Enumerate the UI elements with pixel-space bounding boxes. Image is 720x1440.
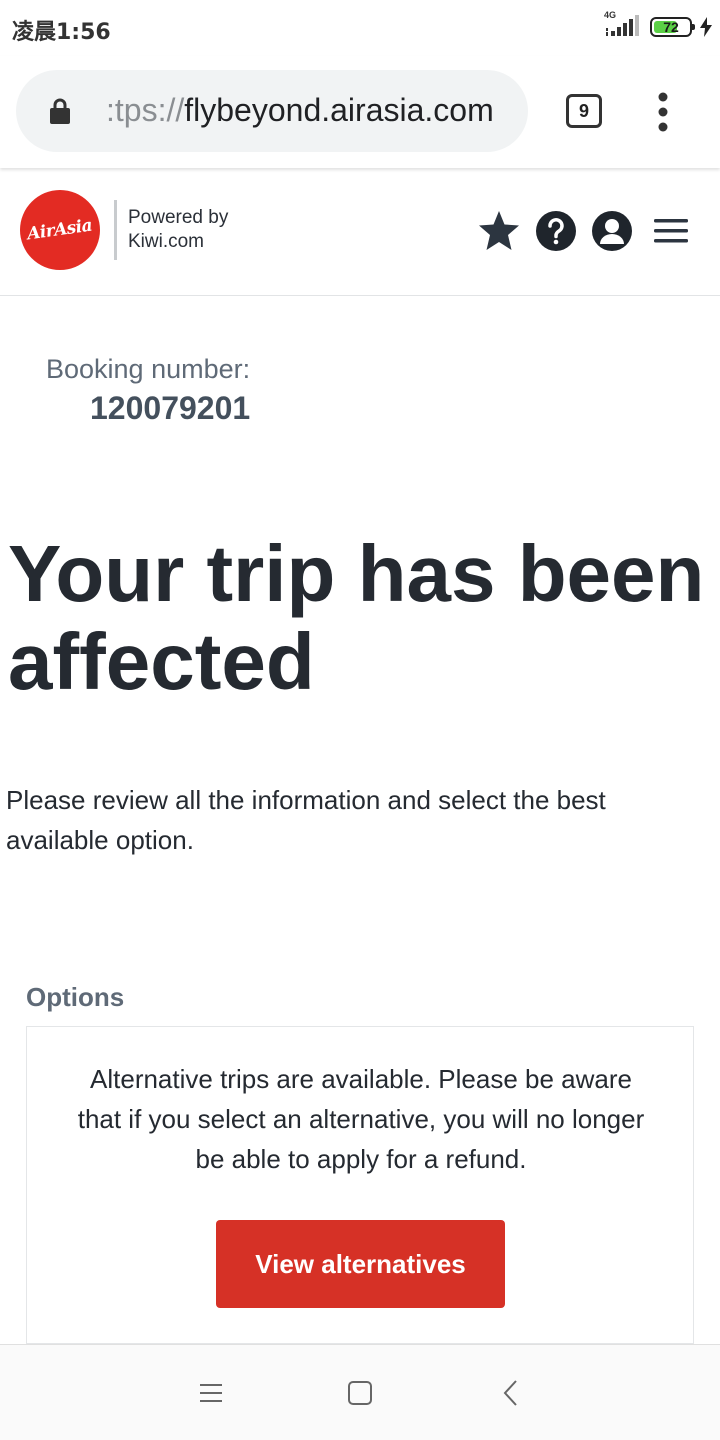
address-bar[interactable]: :tps://flybeyond.airasia.com [16, 70, 528, 152]
home-icon[interactable] [346, 1379, 374, 1407]
logo-text: AirAsia [26, 215, 94, 245]
intro-text: Please review all the information and se… [6, 785, 606, 855]
powered-by-line1: Powered by [128, 207, 229, 228]
page-title: Your trip has been affected [8, 529, 705, 706]
status-bar: 凌晨1:56 4G 72 [0, 0, 720, 56]
network-type: 4G [604, 10, 617, 20]
options-card: Alternative trips are available. Please … [26, 1026, 694, 1344]
navigation-bar [0, 1344, 720, 1440]
alternatives-message: Alternative trips are available. Please … [77, 1064, 645, 1174]
hamburger-menu-icon[interactable] [652, 214, 690, 248]
url-host: flybeyond.airasia.com [184, 92, 494, 128]
recent-apps-icon[interactable] [197, 1379, 225, 1407]
browser-toolbar: :tps://flybeyond.airasia.com 9 [0, 56, 720, 168]
status-time: 凌晨1:56 [12, 20, 111, 45]
user-icon[interactable] [591, 210, 633, 252]
options-label: Options [26, 982, 125, 1012]
status-icons: 4G 72 [602, 10, 712, 40]
battery-icon: 72 [650, 17, 695, 37]
more-options-icon[interactable] [656, 92, 670, 132]
view-alternatives-button[interactable]: View alternatives [216, 1220, 505, 1308]
help-icon[interactable] [535, 210, 577, 252]
booking-number-value: 120079201 [90, 390, 251, 426]
signal-icon: 4G [602, 10, 642, 40]
header-divider [114, 200, 117, 260]
tabs-button[interactable]: 9 [566, 94, 602, 128]
lock-icon [50, 98, 70, 124]
battery-level: 72 [663, 19, 679, 35]
url-scheme: :tps:// [106, 92, 185, 128]
star-icon[interactable] [478, 210, 520, 252]
powered-by-line2: Kiwi.com [128, 231, 205, 252]
url-text[interactable]: :tps://flybeyond.airasia.com [106, 92, 494, 129]
site-header: AirAsia Powered by Kiwi.com [0, 168, 720, 296]
charging-icon [700, 17, 712, 37]
airasia-logo[interactable]: AirAsia [20, 190, 100, 270]
booking-number-label: Booking number: [46, 354, 251, 384]
back-icon[interactable] [498, 1379, 526, 1407]
powered-by: Powered by Kiwi.com [128, 206, 228, 254]
